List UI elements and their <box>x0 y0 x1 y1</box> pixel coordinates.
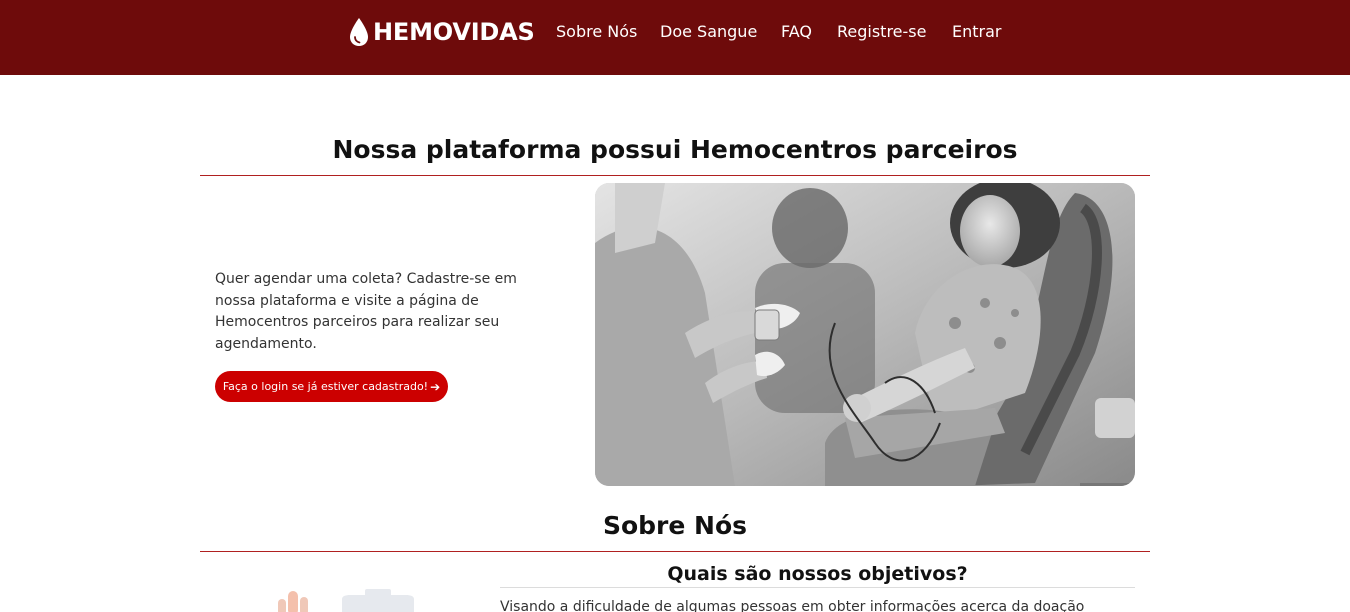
hand-and-blood-bag-icon <box>278 589 414 612</box>
nav-entrar[interactable]: Entrar <box>952 22 1001 42</box>
objectives-divider <box>500 587 1135 588</box>
blood-donation-photo <box>595 183 1135 486</box>
top-navbar: HEMOVIDAS Sobre Nós Doe Sangue FAQ Regis… <box>0 0 1350 75</box>
blood-donation-photo-illustration <box>595 183 1135 486</box>
nav-sobre-nos[interactable]: Sobre Nós <box>556 22 637 42</box>
partners-title-divider <box>200 175 1150 176</box>
objectives-subtitle: Quais são nossos objetivos? <box>667 563 968 585</box>
nav-faq[interactable]: FAQ <box>781 22 812 42</box>
brand-name: HEMOVIDAS <box>373 18 535 46</box>
arrow-right-icon: ➔ <box>430 379 441 394</box>
nav-registre-se[interactable]: Registre-se <box>837 22 926 42</box>
nav-doe-sangue[interactable]: Doe Sangue <box>660 22 757 42</box>
partners-section-title: Nossa plataforma possui Hemocentros parc… <box>332 135 1018 164</box>
about-title-divider <box>200 551 1150 552</box>
donation-illustration <box>270 585 430 612</box>
partners-description: Quer agendar uma coleta? Cadastre-se em … <box>215 271 517 352</box>
brand-logo-link[interactable]: HEMOVIDAS <box>348 17 535 47</box>
blood-drop-icon <box>350 18 368 46</box>
objectives-body-text: Visando a dificuldade de algumas pessoas… <box>500 599 1085 612</box>
login-cta-label: Faça o login se já estiver cadastrado! <box>222 380 429 393</box>
about-section-title: Sobre Nós <box>602 511 748 540</box>
login-cta-button[interactable]: Faça o login se já estiver cadastrado! ➔ <box>215 371 448 402</box>
